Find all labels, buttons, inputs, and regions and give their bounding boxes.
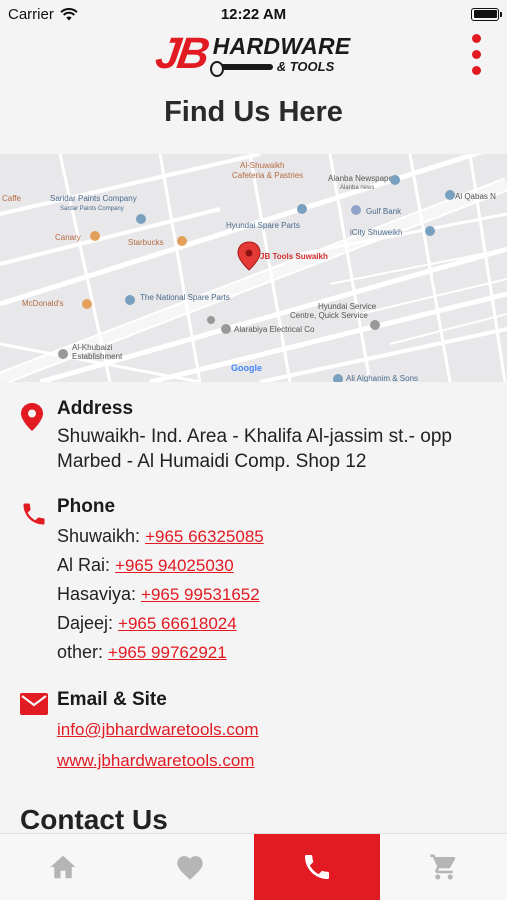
cart-icon — [429, 854, 455, 880]
carrier-label: Carrier — [8, 5, 54, 23]
dot-icon — [472, 34, 481, 43]
phone-row: other: +965 99762921 — [57, 638, 487, 667]
address-line: Shuwaikh- Ind. Area - Khalifa Al-jassim … — [57, 426, 452, 447]
email-icon — [20, 693, 48, 715]
phone-icon — [304, 855, 329, 879]
dot-icon — [472, 50, 481, 59]
status-left: Carrier — [8, 6, 78, 23]
website-link[interactable]: www.jbhardwaretools.com — [57, 751, 254, 770]
logo-text: HARDWARE & TOOLS — [209, 33, 351, 77]
nav-contact[interactable] — [253, 834, 381, 900]
phone-label: Al Rai: — [57, 555, 111, 575]
map-label: Saridar Paints Company — [50, 194, 137, 203]
map-label: Caffe — [2, 194, 22, 203]
phone-link[interactable]: +965 66618024 — [118, 614, 237, 633]
map-label: Sardar Paints Company — [60, 206, 124, 212]
app-header: JB HARDWARE & TOOLS — [0, 28, 507, 80]
map-label: Centre, Quick Service — [290, 311, 368, 320]
map-label: Ali Alghanim & Sons — [346, 374, 418, 382]
phone-label: Shuwaikh: — [57, 526, 141, 546]
phone-label: other: — [57, 642, 104, 662]
phone-link[interactable]: +965 66325085 — [145, 527, 264, 546]
map-label: McDonald's — [22, 299, 64, 308]
more-menu-button[interactable] — [470, 32, 483, 77]
location-map[interactable]: Al-Shuwaikh Cafeteria & Pastries Alanba … — [0, 154, 507, 382]
address-body: Address Shuwaikh- Ind. Area - Khalifa Al… — [57, 398, 487, 474]
map-pin-label: JB Tools Suwaikh — [260, 252, 328, 261]
map-label: Al-Khubaizi — [72, 343, 113, 352]
logo-jb: JB — [153, 29, 211, 78]
nav-favorites[interactable] — [127, 834, 254, 900]
bottom-nav — [0, 833, 507, 900]
map-label: Canary — [55, 233, 81, 242]
home-icon — [50, 855, 76, 879]
wrench-icon — [209, 60, 273, 77]
address-line: Marbed - Al Humaidi Comp. Shop 12 — [57, 451, 367, 472]
phone-icon — [23, 503, 45, 525]
map-label: Al Qabas N — [455, 192, 496, 201]
map-label: Cafeteria & Pastries — [232, 171, 303, 180]
map-label: Al-Shuwaikh — [240, 161, 284, 170]
dot-icon — [472, 66, 481, 75]
site-row: www.jbhardwaretools.com — [57, 746, 487, 777]
map-label: Hyundai Service — [318, 302, 377, 311]
map-label: Establishment — [72, 352, 123, 361]
address-section: Address Shuwaikh- Ind. Area - Khalifa Al… — [0, 398, 507, 474]
logo-tools-row: & TOOLS — [209, 59, 335, 77]
heart-icon — [177, 856, 203, 880]
map-label: iCity Shuweikh — [350, 228, 402, 237]
address-title: Address — [57, 398, 134, 419]
contact-info: Address Shuwaikh- Ind. Area - Khalifa Al… — [0, 398, 507, 777]
phone-title: Phone — [57, 496, 116, 517]
map-label: Alarabiya Electrical Co — [234, 325, 315, 334]
location-pin-icon — [21, 403, 43, 431]
email-title: Email & Site — [57, 689, 167, 710]
phone-label: Dajeej: — [57, 613, 114, 633]
nav-home[interactable] — [0, 834, 127, 900]
brand-logo: JB HARDWARE & TOOLS — [153, 29, 351, 78]
phone-row: Shuwaikh: +965 66325085 — [57, 522, 487, 551]
email-link[interactable]: info@jbhardwaretools.com — [57, 720, 259, 739]
map-canvas: Al-Shuwaikh Cafeteria & Pastries Alanba … — [0, 154, 507, 382]
section-icon — [20, 398, 57, 474]
phone-row: Hasaviya: +965 99531652 — [57, 580, 487, 609]
contact-us-title: Contact Us — [20, 804, 168, 835]
phone-link[interactable]: +965 99531652 — [141, 585, 260, 604]
map-label: Hyundai Spare Parts — [226, 221, 300, 230]
nav-cart[interactable] — [380, 834, 507, 900]
email-section: Email & Site info@jbhardwaretools.com ww… — [0, 689, 507, 777]
email-body: Email & Site info@jbhardwaretools.com ww… — [57, 689, 487, 777]
battery-icon — [471, 7, 502, 21]
section-icon — [20, 689, 57, 777]
page-title: Find Us Here — [164, 96, 343, 128]
status-bar: Carrier 12:22 AM — [0, 0, 507, 28]
phone-label: Hasaviya: — [57, 584, 137, 604]
phone-link[interactable]: +965 94025030 — [115, 556, 234, 575]
phone-body: Phone Shuwaikh: +965 66325085 Al Rai: +9… — [57, 496, 487, 667]
map-label: Gulf Bank — [366, 207, 402, 216]
phone-row: Dajeej: +965 66618024 — [57, 609, 487, 638]
email-row: info@jbhardwaretools.com — [57, 715, 487, 746]
map-label: Alanba news — [340, 185, 374, 191]
section-icon — [20, 496, 57, 667]
phone-link[interactable]: +965 99762921 — [108, 643, 227, 662]
logo-tools: & TOOLS — [276, 59, 335, 74]
wifi-icon — [60, 7, 78, 20]
logo-hardware: HARDWARE — [212, 33, 351, 59]
map-label: Starbucks — [128, 238, 164, 247]
map-label: The National Spare Parts — [140, 293, 230, 302]
map-label: Alanba Newspaper — [328, 174, 396, 183]
google-logo: Google — [231, 363, 262, 373]
phone-section: Phone Shuwaikh: +965 66325085 Al Rai: +9… — [0, 496, 507, 667]
phone-row: Al Rai: +965 94025030 — [57, 551, 487, 580]
